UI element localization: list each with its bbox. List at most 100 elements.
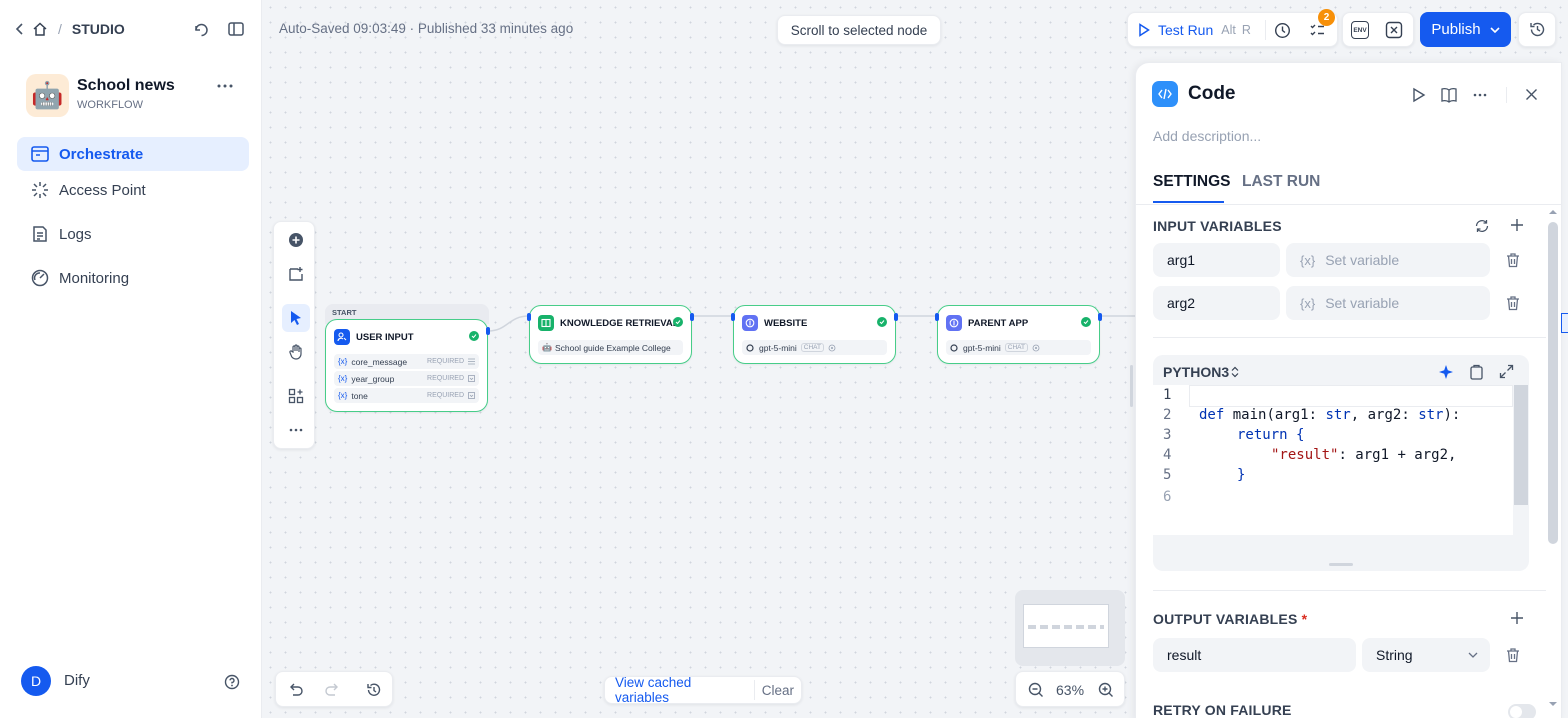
conversation-variables-icon[interactable] <box>1385 21 1403 39</box>
output-handle[interactable] <box>690 313 694 321</box>
input-var-row: {x} year_group REQUIRED <box>334 371 479 386</box>
tab-settings[interactable]: SETTINGS <box>1153 173 1231 191</box>
set-variable-placeholder: Set variable <box>1325 252 1400 268</box>
code-line: def main(arg1: str, arg2: str): <box>1199 407 1460 427</box>
node-website[interactable]: WEBSITE gpt-5-mini CHAT <box>731 305 898 364</box>
ai-generate-icon[interactable] <box>1438 364 1454 380</box>
close-icon[interactable] <box>1525 88 1538 101</box>
app-name: School news <box>77 77 175 94</box>
sidebar-item-logs[interactable]: Logs <box>17 217 249 251</box>
sync-icon[interactable] <box>1474 218 1490 234</box>
breadcrumb-studio[interactable]: STUDIO <box>72 21 125 37</box>
zoom-level[interactable]: 63% <box>1056 682 1084 698</box>
select-type-icon <box>468 375 475 382</box>
input-var-name-field[interactable]: arg2 <box>1153 286 1280 320</box>
var-name: core_message <box>351 356 408 367</box>
language-selector[interactable]: PYTHON3 <box>1163 364 1239 380</box>
more-icon[interactable] <box>1473 93 1487 97</box>
output-handle[interactable] <box>486 327 490 335</box>
view-cached-variables-link[interactable]: View cached variables <box>605 675 754 705</box>
restore-history-button[interactable] <box>1518 12 1556 47</box>
code-keyword: return <box>1237 427 1288 443</box>
output-handle[interactable] <box>894 313 898 321</box>
switch-app-icon[interactable] <box>193 21 210 38</box>
home-icon[interactable] <box>32 21 48 37</box>
tab-last-run[interactable]: LAST RUN <box>1242 173 1320 191</box>
required-label: REQUIRED <box>427 358 464 365</box>
run-node-icon[interactable] <box>1412 87 1426 103</box>
trash-icon[interactable] <box>1505 295 1521 311</box>
expand-icon[interactable] <box>1499 364 1514 379</box>
line-number: 2 <box>1163 407 1172 423</box>
input-variables-title: INPUT VARIABLES <box>1153 218 1282 234</box>
copy-icon[interactable] <box>1469 364 1484 380</box>
run-history-icon[interactable] <box>1274 22 1291 39</box>
zoom-out-icon[interactable] <box>1028 682 1044 698</box>
description-input[interactable]: Add description... <box>1153 128 1261 144</box>
publish-button[interactable]: Publish <box>1420 12 1511 47</box>
input-handle[interactable] <box>527 313 531 321</box>
output-handle[interactable] <box>1098 313 1102 321</box>
input-var-selector[interactable]: {x} Set variable <box>1286 286 1490 320</box>
input-var-name-field[interactable]: arg1 <box>1153 243 1280 277</box>
output-var-name-field[interactable]: result <box>1153 638 1356 672</box>
monitoring-icon <box>31 269 49 287</box>
panel-scrollbar[interactable] <box>1548 222 1558 544</box>
undo-icon[interactable] <box>288 682 304 698</box>
sidebar-item-orchestrate[interactable]: Orchestrate <box>17 137 249 171</box>
required-star: * <box>1301 611 1308 627</box>
zoom-in-icon[interactable] <box>1098 682 1114 698</box>
sidebar-item-monitoring[interactable]: Monitoring <box>17 261 249 295</box>
trash-icon[interactable] <box>1505 647 1521 663</box>
resize-handle[interactable] <box>1329 563 1353 566</box>
output-title-text: OUTPUT VARIABLES <box>1153 611 1298 627</box>
node-parent-app[interactable]: PARENT APP gpt-5-mini CHAT <box>935 305 1102 364</box>
scroll-up-arrow-icon[interactable] <box>1548 208 1558 216</box>
user-avatar[interactable]: D <box>21 666 51 696</box>
chevron-left-icon[interactable] <box>14 21 26 37</box>
breadcrumb: / STUDIO <box>14 21 125 37</box>
help-icon[interactable] <box>224 674 240 690</box>
code-string: "result" <box>1271 447 1339 463</box>
code-text: { <box>1287 427 1305 443</box>
code-line: "result": arg1 + arg2, <box>1271 447 1456 467</box>
input-handle[interactable] <box>731 313 735 321</box>
scroll-down-arrow-icon[interactable] <box>1548 700 1558 708</box>
required-label: REQUIRED <box>427 375 464 382</box>
user-name[interactable]: Dify <box>64 672 90 689</box>
input-handle[interactable] <box>935 313 939 321</box>
input-var-row: {x} core_message REQUIRED <box>334 354 479 369</box>
add-input-icon[interactable] <box>1510 218 1524 232</box>
collapse-sidebar-icon[interactable] <box>228 22 244 36</box>
panel-resize-handle[interactable] <box>1130 365 1133 407</box>
add-output-icon[interactable] <box>1510 611 1524 625</box>
test-run-button[interactable]: Test Run Alt R <box>1128 13 1265 46</box>
start-label: START <box>332 308 357 317</box>
env-variables-icon[interactable]: ENV <box>1351 21 1369 39</box>
play-icon <box>1138 22 1150 37</box>
var-name: year_group <box>351 373 395 384</box>
node-knowledge-retrieval[interactable]: KNOWLEDGE RETRIEVAL 🤖 School guide Exampl… <box>527 305 694 364</box>
shortcut-key: Alt <box>1221 22 1236 37</box>
llm-icon <box>742 315 758 331</box>
more-icon[interactable] <box>217 84 233 88</box>
version-history-icon[interactable] <box>366 682 382 698</box>
help-doc-icon[interactable] <box>1441 87 1457 103</box>
redo-icon[interactable] <box>324 682 340 698</box>
retry-toggle[interactable] <box>1508 704 1536 718</box>
openai-icon <box>746 343 754 352</box>
sidebar-item-access-point[interactable]: Access Point <box>17 173 249 207</box>
output-type-select[interactable]: String <box>1362 638 1490 672</box>
minimap[interactable] <box>1015 590 1125 666</box>
panel-title[interactable]: Code <box>1188 83 1236 105</box>
node-user-input[interactable]: USER INPUT {x} core_message REQUIRED {x} ye… <box>325 319 490 412</box>
code-editor[interactable]: PYTHON3 1 2 3 4 5 6 def main(arg1: str, … <box>1153 355 1529 571</box>
trash-icon[interactable] <box>1505 252 1521 268</box>
code-area[interactable]: 1 2 3 4 5 6 def main(arg1: str, arg2: st… <box>1153 385 1513 535</box>
code-node-icon <box>1152 81 1178 107</box>
code-scrollbar[interactable] <box>1514 385 1528 505</box>
input-var-selector[interactable]: {x} Set variable <box>1286 243 1490 277</box>
code-type: str <box>1418 407 1444 423</box>
clear-cache-button[interactable]: Clear <box>755 683 801 698</box>
sidebar-item-label: Logs <box>59 225 92 243</box>
